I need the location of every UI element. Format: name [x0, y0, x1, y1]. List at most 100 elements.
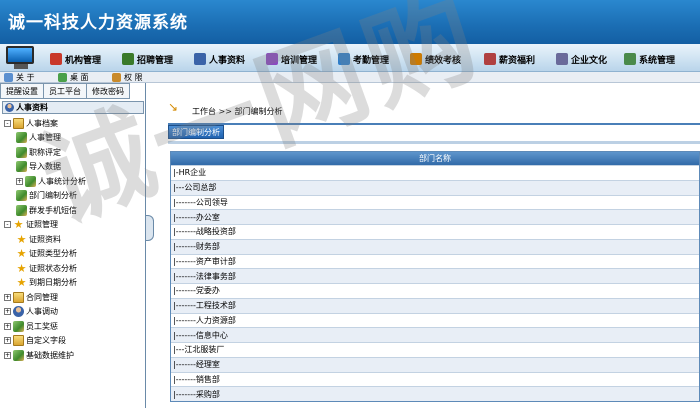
- table-row: |-HR企业: [171, 165, 699, 180]
- table-row: |-------公司领导: [171, 194, 699, 210]
- tree-item[interactable]: + 员工奖惩: [2, 319, 144, 334]
- tree-item-label: 部门编制分析: [29, 191, 77, 201]
- table-row: |-------党委办: [171, 283, 699, 298]
- star-icon: ★: [16, 276, 27, 290]
- desktop-icon: [58, 73, 67, 82]
- menu-culture[interactable]: 企业文化: [556, 52, 607, 66]
- tree-item-label: 合同管理: [26, 292, 58, 302]
- pencil-icon: [13, 320, 24, 332]
- tree-item-label: 人事档案: [26, 118, 58, 128]
- tree-item[interactable]: + 合同管理: [2, 290, 144, 305]
- expand-icon[interactable]: +: [16, 177, 23, 185]
- about-link[interactable]: 关 于: [4, 72, 35, 83]
- arrow-icon: ↘: [168, 100, 179, 114]
- folder-icon: [13, 335, 24, 347]
- info-icon: [4, 73, 13, 82]
- expand-icon[interactable]: +: [4, 337, 11, 345]
- tree-item[interactable]: 职称评定: [2, 145, 144, 160]
- tree-item[interactable]: + 基础数据维护: [2, 348, 144, 363]
- tab-employee-platform[interactable]: 员工平台: [43, 83, 87, 99]
- tree-item[interactable]: + 人事统计分析: [2, 174, 144, 189]
- table-row: |-------人力资源部: [171, 312, 699, 328]
- pencil-icon: [13, 349, 24, 361]
- tree-item-label: 证照状态分析: [29, 263, 77, 273]
- table-row: |-------工程技术部: [171, 297, 699, 313]
- app-header: 诚一科技人力资源系统: [0, 0, 700, 44]
- tree-item[interactable]: 部门编制分析: [2, 189, 144, 204]
- permission-link[interactable]: 权 限: [112, 72, 143, 83]
- divider: [168, 121, 700, 125]
- collapse-icon[interactable]: -: [4, 221, 11, 229]
- performance-icon: [410, 53, 422, 65]
- tree-item[interactable]: - ★ 证照管理: [2, 218, 144, 233]
- tree-item-label: 证照资料: [29, 234, 61, 244]
- main-content: ↘ 工作台 >> 部门编制分析 部门编制分析 部门名称 |-HR企业 |---公司…: [156, 83, 700, 408]
- menu-org[interactable]: 机构管理: [50, 52, 101, 66]
- main-menubar: 机构管理 招聘管理 人事资料 培训管理 考勤管理 绩效考核 薪资福利 企业文化 …: [0, 44, 700, 72]
- training-icon: [266, 53, 278, 65]
- table-row: |-------资产审计部: [171, 253, 699, 269]
- menu-salary[interactable]: 薪资福利: [484, 52, 535, 66]
- tree-item[interactable]: ★ 证照状态分析: [2, 261, 144, 276]
- pencil-icon: [16, 146, 27, 158]
- menu-training[interactable]: 培训管理: [266, 52, 317, 66]
- desktop-link[interactable]: 桌 面: [58, 72, 89, 83]
- table-row: |-------办公室: [171, 209, 699, 224]
- menu-performance[interactable]: 绩效考核: [410, 52, 461, 66]
- permission-icon: [112, 73, 121, 82]
- tree-item[interactable]: ★ 到期日期分析: [2, 276, 144, 291]
- table-row: |-------财务部: [171, 238, 699, 254]
- collapse-icon[interactable]: -: [4, 119, 11, 127]
- expand-icon[interactable]: +: [4, 322, 11, 330]
- tree-item[interactable]: + 自定义字段: [2, 334, 144, 349]
- tree-item-label: 人事管理: [29, 133, 61, 143]
- star-icon: ★: [16, 232, 27, 246]
- expand-icon[interactable]: +: [4, 308, 11, 316]
- tree-item[interactable]: + 人事调动: [2, 305, 144, 320]
- breadcrumb: 工作台 >> 部门编制分析: [192, 107, 283, 116]
- tab-change-password[interactable]: 修改密码: [86, 83, 130, 99]
- tree-item[interactable]: 导入数据: [2, 160, 144, 175]
- table-row: |---江北服装厂: [171, 342, 699, 357]
- table-row: |-------销售部: [171, 371, 699, 387]
- star-icon: ★: [16, 247, 27, 261]
- attendance-icon: [338, 53, 350, 65]
- folder-icon: [13, 117, 24, 129]
- table-row: |-------采购部: [171, 386, 699, 401]
- expand-icon[interactable]: +: [4, 351, 11, 359]
- star-icon: ★: [13, 218, 24, 232]
- left-tabs: 提醒设置 员工平台 修改密码: [0, 83, 146, 99]
- pencil-icon: [16, 190, 27, 202]
- user-icon: [13, 306, 24, 318]
- menu-recruit[interactable]: 招聘管理: [122, 52, 173, 66]
- pencil-icon: [16, 161, 27, 173]
- tree-item[interactable]: ★ 证照类型分析: [2, 247, 144, 262]
- tree-item[interactable]: 群发手机短信: [2, 203, 144, 218]
- left-panel: 提醒设置 员工平台 修改密码 人事资料 - 人事档案 人事管理 职称评定 导入数据 + 人事…: [0, 83, 146, 408]
- menu-attendance[interactable]: 考勤管理: [338, 52, 389, 66]
- tree-item-label: 群发手机短信: [29, 205, 77, 215]
- table-row: |---公司总部: [171, 179, 699, 195]
- menu-system[interactable]: 系统管理: [624, 52, 675, 66]
- panel-collapse-handle[interactable]: [146, 215, 154, 241]
- expand-icon[interactable]: +: [4, 293, 11, 301]
- toolbar: 关 于 桌 面 权 限: [0, 72, 700, 83]
- tree-item-label: 证照管理: [26, 220, 58, 230]
- tree-item[interactable]: 人事管理: [2, 131, 144, 146]
- tree-item-label: 员工奖惩: [26, 321, 58, 331]
- tree-item-label: 人事统计分析: [38, 176, 86, 186]
- table-header: 部门名称: [171, 152, 699, 165]
- tree-item-label: 人事调动: [26, 307, 58, 317]
- tree-item[interactable]: - 人事档案: [2, 116, 144, 131]
- tree-item[interactable]: ★ 证照资料: [2, 232, 144, 247]
- nav-tree: - 人事档案 人事管理 职称评定 导入数据 + 人事统计分析 部门编制分析 群发手机短信 - ★ 证照…: [2, 116, 144, 363]
- system-icon: [624, 53, 636, 65]
- salary-icon: [484, 53, 496, 65]
- dept-staffing-analysis-button[interactable]: 部门编制分析: [168, 125, 224, 139]
- tab-reminder-settings[interactable]: 提醒设置: [0, 83, 44, 99]
- app-title: 诚一科技人力资源系统: [8, 13, 188, 33]
- menu-personnel[interactable]: 人事资料: [194, 52, 245, 66]
- star-icon: ★: [16, 261, 27, 275]
- org-icon: [50, 53, 62, 65]
- personnel-icon: [194, 53, 206, 65]
